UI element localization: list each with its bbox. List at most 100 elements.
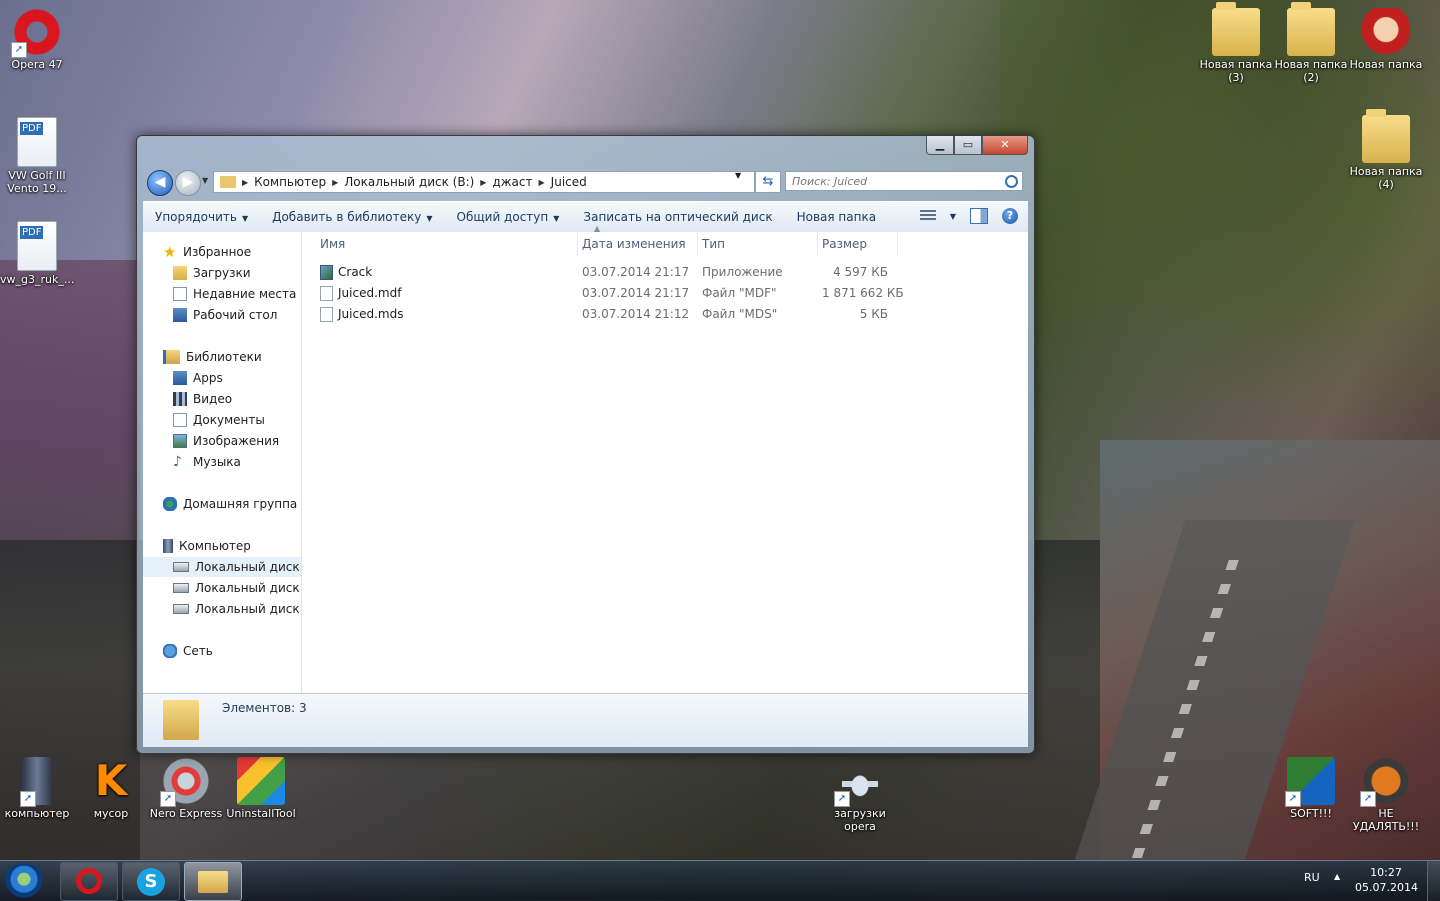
nav-drive-c[interactable]: Локальный диск (C	[173, 578, 301, 598]
desktop-icon-label: Новая папка (4)	[1349, 165, 1423, 191]
chevron-down-icon[interactable]: ▼	[950, 212, 956, 221]
nav-label: Избранное	[183, 245, 252, 259]
file-name-cell: Crack	[320, 262, 372, 283]
organize-button[interactable]: Упорядочить ▼	[143, 210, 260, 224]
new-folder-label: Новая папка	[796, 210, 877, 224]
homegroup-icon	[163, 497, 177, 511]
show-desktop-button[interactable]	[1427, 861, 1440, 901]
chevron-right-icon[interactable]: ▶	[539, 178, 545, 187]
file-name: Juiced.mds	[338, 307, 404, 321]
breadcrumb-folder-juiced[interactable]: Juiced	[551, 175, 587, 189]
breadcrumb-computer[interactable]: Компьютер	[254, 175, 326, 189]
nav-recent-places[interactable]: Недавние места	[173, 284, 296, 304]
nav-favorites[interactable]: ★ Избранное	[163, 242, 251, 262]
nav-label: Изображения	[193, 434, 280, 448]
file-row[interactable]: Crack 03.07.2014 21:17 Приложение 4 597 …	[316, 262, 906, 283]
desktop-icon-pdf-vw-g3[interactable]: vw_g3_ruk_...	[0, 221, 74, 286]
recent-places-icon	[173, 287, 187, 301]
file-row[interactable]: Juiced.mds 03.07.2014 21:12 Файл "MDS" 5…	[316, 304, 906, 325]
desktop-icon-pdf-vw-golf[interactable]: VW Golf III Vento 19...	[0, 117, 74, 195]
preview-pane-icon[interactable]	[970, 208, 988, 224]
help-icon[interactable]: ?	[1002, 208, 1018, 224]
desktop-icon-do-not-delete[interactable]: ➚ НЕ УДАЛЯТЬ!!!	[1349, 757, 1423, 833]
new-folder-button[interactable]: Новая папка	[785, 210, 888, 224]
k-logo-icon: K	[94, 756, 128, 805]
close-button[interactable]: ✕	[982, 136, 1028, 155]
search-icon[interactable]	[1005, 175, 1018, 188]
nav-music[interactable]: ♪ Музыка	[173, 452, 241, 472]
clock[interactable]: 10:27 05.07.2014	[1355, 865, 1418, 895]
taskbar-explorer-button[interactable]	[184, 862, 242, 901]
taskbar-skype-button[interactable]	[122, 862, 180, 901]
desktop-icon-computer[interactable]: ➚ компьютер	[0, 757, 74, 820]
column-label: Размер	[822, 237, 868, 251]
search-input[interactable]: Поиск: Juiced	[785, 171, 1023, 191]
opera-icon: ➚	[11, 8, 61, 58]
view-options-icon[interactable]	[919, 210, 936, 222]
refresh-button[interactable]: ⇆	[755, 171, 781, 193]
desktop-icon-trash[interactable]: K мусор	[74, 756, 148, 821]
nav-video[interactable]: Видео	[173, 389, 232, 409]
explorer-window[interactable]: ▁ ▭ ✕ ◀ ▶ ▼ ▶ Компьютер ▶ Локальный диск…	[136, 135, 1035, 754]
libraries-icon	[163, 350, 180, 364]
file-type: Приложение	[702, 265, 783, 279]
breadcrumb-drive-b[interactable]: Локальный диск (B:)	[344, 175, 474, 189]
nav-images[interactable]: Изображения	[173, 431, 279, 451]
address-history-dropdown[interactable]: ▼	[735, 171, 741, 180]
add-to-library-button[interactable]: Добавить в библиотеку ▼	[260, 210, 444, 224]
file-icon	[320, 307, 333, 322]
nav-homegroup[interactable]: Домашняя группа	[163, 494, 297, 514]
desktop-icon-folder-2[interactable]: Новая папка (2)	[1274, 2, 1348, 84]
desktop-icon-folder-3[interactable]: Новая папка (3)	[1199, 2, 1273, 84]
nav-apps[interactable]: Apps	[173, 368, 223, 388]
column-header-name[interactable]: Имя	[316, 232, 578, 256]
drive-icon: ➚	[1360, 757, 1410, 807]
clock-time: 10:27	[1370, 866, 1402, 879]
file-type: Файл "MDF"	[702, 286, 777, 300]
language-indicator[interactable]: RU	[1304, 871, 1320, 884]
nav-network[interactable]: Сеть	[163, 641, 213, 661]
chevron-right-icon[interactable]: ▶	[242, 178, 248, 187]
burn-button[interactable]: Записать на оптический диск	[571, 210, 784, 224]
desktop-icon-soft[interactable]: ➚ SOFT!!!	[1274, 757, 1348, 820]
minimize-button[interactable]: ▁	[926, 136, 954, 155]
nav-drive-b[interactable]: Локальный диск (B	[143, 557, 301, 577]
taskbar-opera-button[interactable]	[60, 862, 118, 901]
desktop-icon-opera-downloads[interactable]: ➚ загрузки opera	[823, 757, 897, 833]
maximize-button[interactable]: ▭	[954, 136, 982, 155]
desktop-icon-folder-4[interactable]: Новая папка (4)	[1349, 109, 1423, 191]
file-row[interactable]: Juiced.mdf 03.07.2014 21:17 Файл "MDF" 1…	[316, 283, 906, 304]
share-button[interactable]: Общий доступ ▼	[445, 210, 572, 224]
column-label: Тип	[702, 237, 725, 251]
desktop-icon-nero[interactable]: ➚ Nero Express	[149, 757, 223, 820]
desktop-icon-folder[interactable]: Новая папка	[1349, 8, 1423, 71]
chevron-down-icon: ▼	[553, 214, 560, 223]
santa-folder-icon	[1362, 8, 1410, 56]
address-bar[interactable]: ▶ Компьютер ▶ Локальный диск (B:) ▶ джас…	[213, 171, 755, 193]
breadcrumb-folder-just[interactable]: джаст	[492, 175, 532, 189]
show-hidden-icons-icon[interactable]: ▲	[1334, 872, 1340, 881]
recent-pages-dropdown[interactable]: ▼	[202, 176, 208, 185]
nav-drive-d[interactable]: Локальный диск (D	[173, 599, 301, 619]
forward-button[interactable]: ▶	[175, 170, 201, 196]
chevron-right-icon[interactable]: ▶	[332, 178, 338, 187]
desktop-icon-opera[interactable]: ➚ Opera 47	[0, 8, 74, 71]
desktop-icon-uninstalltool[interactable]: UninstallTool	[224, 757, 298, 820]
file-type: Файл "MDS"	[702, 307, 778, 321]
nav-libraries[interactable]: Библиотеки	[163, 347, 262, 367]
start-button[interactable]	[4, 863, 44, 899]
toolbar-right: ▼ ?	[919, 208, 1018, 224]
nav-computer[interactable]: Компьютер	[163, 536, 251, 556]
nav-label: Домашняя группа	[183, 497, 298, 511]
column-header-date[interactable]: Дата изменения	[578, 232, 698, 256]
nav-desktop[interactable]: Рабочий стол	[173, 305, 277, 325]
back-button[interactable]: ◀	[147, 170, 173, 196]
nav-downloads[interactable]: Загрузки	[173, 263, 251, 283]
column-header-type[interactable]: Тип	[698, 232, 818, 256]
windows-drive-icon	[173, 583, 189, 593]
column-header-size[interactable]: Размер	[818, 232, 898, 256]
desktop-icon-label: Новая папка (3)	[1199, 58, 1273, 84]
nav-documents[interactable]: Документы	[173, 410, 265, 430]
chevron-right-icon[interactable]: ▶	[480, 178, 486, 187]
star-icon: ★	[163, 243, 177, 261]
